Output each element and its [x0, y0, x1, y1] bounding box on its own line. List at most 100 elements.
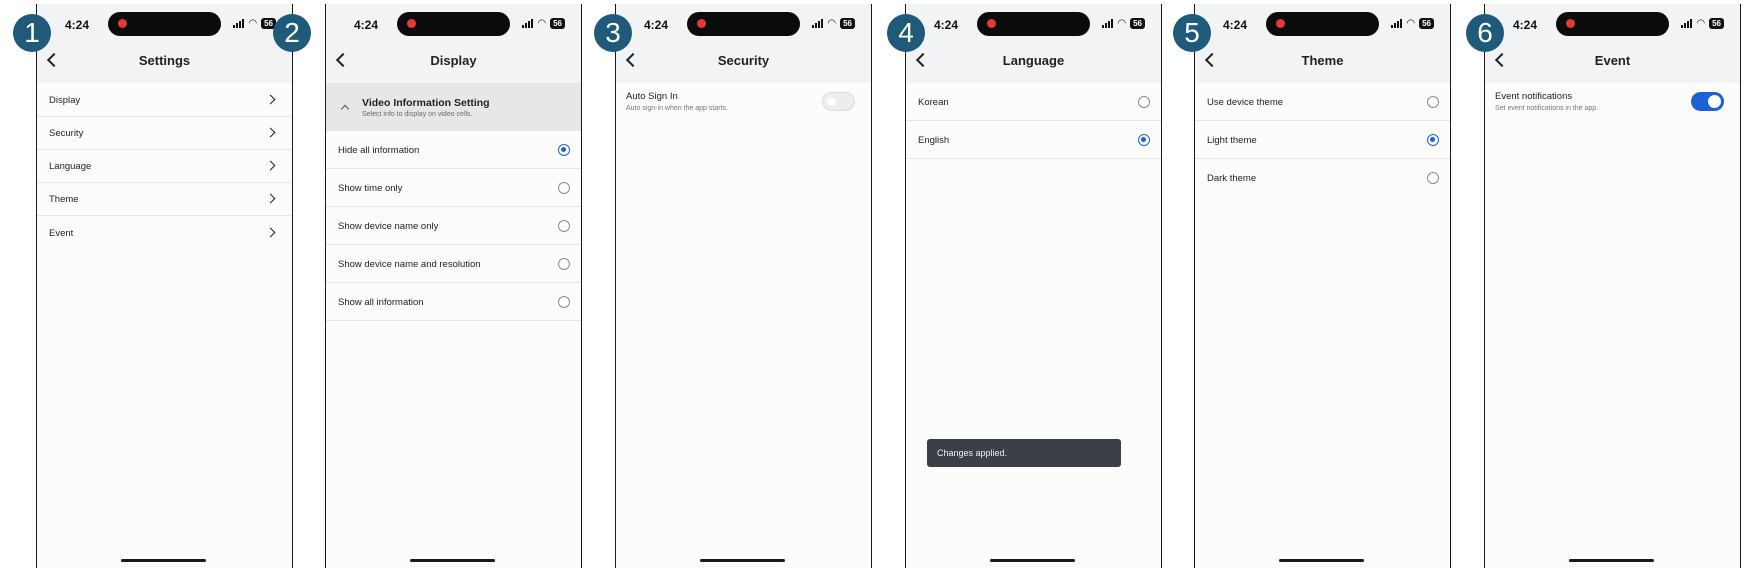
option-show-all[interactable]: Show all information: [326, 283, 581, 321]
option-label: Show device name and resolution: [338, 259, 481, 270]
option-device-name-only[interactable]: Show device name only: [326, 207, 581, 245]
wifi-icon: ◠: [827, 17, 837, 29]
option-label: Show all information: [338, 297, 424, 308]
wifi-icon: ◠: [1696, 17, 1706, 29]
status-icons: ◠ 56: [233, 18, 276, 29]
setting-subtitle: Auto sign-in when the app starts.: [626, 105, 728, 112]
status-time: 4:24: [1513, 18, 1538, 32]
status-time: 4:24: [65, 18, 90, 32]
option-english[interactable]: English: [906, 121, 1161, 159]
cellular-signal-icon: [1681, 19, 1693, 28]
security-screen: 4:24 ◠ 56 Security Auto Sign In Auto sig…: [615, 4, 872, 568]
status-icons: ◠ 56: [522, 18, 565, 29]
page-title: Settings: [138, 53, 191, 68]
status-icons: ◠ 56: [1681, 18, 1724, 29]
recording-dot-icon: [697, 19, 706, 28]
option-light-theme[interactable]: Light theme: [1195, 121, 1450, 159]
chevron-right-icon: [265, 127, 276, 138]
theme-screen: 4:24 ◠ 56 Theme Use device theme Light t…: [1194, 4, 1451, 568]
radio-selected-icon[interactable]: [558, 144, 570, 156]
battery-icon: 56: [840, 18, 855, 29]
step-badge-2: 2: [273, 14, 311, 52]
radio-selected-icon[interactable]: [1138, 134, 1150, 146]
option-label: Hide all information: [338, 145, 420, 156]
battery-icon: 56: [1709, 18, 1724, 29]
dynamic-island: [1266, 12, 1379, 36]
battery-icon: 56: [1419, 18, 1434, 29]
battery-icon: 56: [1130, 18, 1145, 29]
event-notifications-toggle[interactable]: [1691, 92, 1724, 111]
step-badge-1: 1: [13, 14, 51, 52]
header-bar: 4:24 ◠ 56 Language: [906, 4, 1161, 83]
option-dark-theme[interactable]: Dark theme: [1195, 159, 1450, 197]
setting-auto-sign-in: Auto Sign In Auto sign-in when the app s…: [616, 83, 871, 127]
recording-dot-icon: [1276, 19, 1285, 28]
menu-item-language[interactable]: Language: [37, 150, 292, 183]
radio-selected-icon[interactable]: [1427, 134, 1439, 146]
option-device-name-resolution[interactable]: Show device name and resolution: [326, 245, 581, 283]
settings-screen: 4:24 ◠ 56 Settings Display Security Lang…: [36, 4, 293, 568]
toast-message: Changes applied.: [927, 439, 1121, 467]
home-indicator: [700, 559, 785, 562]
page-title: Security: [717, 53, 770, 68]
status-icons: ◠ 56: [1102, 18, 1145, 29]
setting-subtitle: Set event notifications in the app.: [1495, 105, 1599, 112]
recording-dot-icon: [407, 19, 416, 28]
option-device-theme[interactable]: Use device theme: [1195, 83, 1450, 121]
menu-item-label: Event: [49, 228, 74, 239]
auto-sign-in-toggle[interactable]: [822, 92, 855, 111]
radio-unselected-icon[interactable]: [558, 182, 570, 194]
radio-unselected-icon[interactable]: [558, 220, 570, 232]
step-badge-6: 6: [1466, 14, 1504, 52]
chevron-right-icon: [265, 193, 276, 204]
setting-title: Auto Sign In: [626, 91, 678, 102]
home-indicator: [1279, 559, 1364, 562]
status-time: 4:24: [644, 18, 669, 32]
menu-item-display[interactable]: Display: [37, 83, 292, 117]
video-info-section-header[interactable]: Video Information Setting Select info to…: [326, 83, 581, 131]
menu-item-label: Theme: [49, 194, 79, 205]
header-bar: 4:24 ◠ 56 Display: [326, 4, 581, 83]
chevron-right-icon: [265, 227, 276, 238]
option-label: Use device theme: [1207, 97, 1284, 108]
radio-unselected-icon[interactable]: [1427, 172, 1439, 184]
step-badge-3: 3: [594, 14, 632, 52]
cellular-signal-icon: [1102, 19, 1114, 28]
battery-icon: 56: [550, 18, 565, 29]
wifi-icon: ◠: [248, 17, 258, 29]
page-title: Theme: [1301, 53, 1344, 68]
page-title: Display: [430, 53, 477, 68]
option-label: Korean: [918, 97, 949, 108]
menu-item-security[interactable]: Security: [37, 117, 292, 150]
menu-item-theme[interactable]: Theme: [37, 183, 292, 216]
header-bar: 4:24 ◠ 56 Security: [616, 4, 871, 83]
status-time: 4:24: [354, 18, 379, 32]
option-korean[interactable]: Korean: [906, 83, 1161, 121]
option-hide-all[interactable]: Hide all information: [326, 131, 581, 169]
dynamic-island: [108, 12, 221, 36]
option-label: Light theme: [1207, 135, 1257, 146]
menu-item-label: Language: [49, 161, 92, 172]
home-indicator: [121, 559, 206, 562]
option-label: Dark theme: [1207, 173, 1257, 184]
option-label: Show time only: [338, 183, 403, 194]
menu-item-event[interactable]: Event: [37, 216, 292, 250]
radio-unselected-icon[interactable]: [1138, 96, 1150, 108]
section-subtitle: Select info to display on video cells.: [362, 111, 473, 118]
header-bar: 4:24 ◠ 56 Event: [1485, 4, 1740, 83]
status-time: 4:24: [934, 18, 959, 32]
dynamic-island: [687, 12, 800, 36]
setting-title: Event notifications: [1495, 91, 1573, 102]
chevron-right-icon: [265, 94, 276, 105]
wifi-icon: ◠: [1406, 17, 1416, 29]
radio-unselected-icon[interactable]: [1427, 96, 1439, 108]
radio-unselected-icon[interactable]: [558, 258, 570, 270]
page-title: Language: [1002, 53, 1065, 68]
recording-dot-icon: [1566, 19, 1575, 28]
wifi-icon: ◠: [537, 17, 547, 29]
option-time-only[interactable]: Show time only: [326, 169, 581, 207]
home-indicator: [410, 559, 495, 562]
radio-unselected-icon[interactable]: [558, 296, 570, 308]
step-badge-4: 4: [887, 14, 925, 52]
wifi-icon: ◠: [1117, 17, 1127, 29]
